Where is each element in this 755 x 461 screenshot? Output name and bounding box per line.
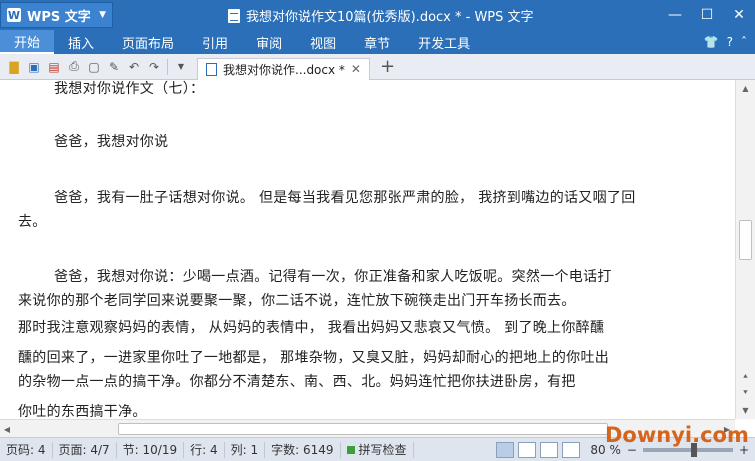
reading-view-button[interactable] bbox=[518, 441, 537, 458]
undo-icon[interactable]: ↶ bbox=[126, 59, 142, 75]
page-up-icon[interactable]: ⯅ bbox=[736, 369, 755, 385]
save-icon[interactable]: ▣ bbox=[26, 59, 42, 75]
window-title: 我想对你说作文10篇(优秀版).docx * - WPS 文字 bbox=[228, 6, 534, 25]
title-bar: W WPS 文字 ▼ 我想对你说作文10篇(优秀版).docx * - WPS … bbox=[0, 0, 755, 30]
doc-line: 爸爸，我想对你说：少喝一点酒。记得有一次，你正准备和家人吃饭呢。突然一个电话打 bbox=[54, 269, 612, 285]
scroll-left-icon[interactable]: ◀ bbox=[0, 420, 14, 438]
tab-review[interactable]: 审阅 bbox=[242, 30, 296, 54]
horizontal-scroll-thumb[interactable] bbox=[118, 423, 608, 435]
quick-access-toolbar: ▇ ▣ ▤ ⎙ ▢ ✎ ↶ ↷ ▼ 我想对你说作...docx * ✕ + bbox=[0, 54, 755, 80]
toolbar-divider bbox=[167, 58, 168, 75]
document-tab-icon bbox=[206, 62, 217, 76]
vertical-scrollbar[interactable]: ▲ ⯅ ⯆ ▼ bbox=[735, 80, 755, 419]
window-title-text: 我想对你说作文10篇(优秀版).docx * - WPS 文字 bbox=[246, 10, 534, 25]
scroll-up-icon[interactable]: ▲ bbox=[736, 80, 755, 96]
help-icon[interactable]: ? bbox=[727, 35, 733, 49]
status-page: 页面: 4/7 bbox=[53, 441, 117, 458]
document-tab[interactable]: 我想对你说作...docx * ✕ bbox=[197, 57, 370, 80]
close-button[interactable]: ✕ bbox=[723, 0, 755, 30]
spell-check-button[interactable]: 拼写检查 bbox=[341, 441, 414, 458]
zoom-slider[interactable] bbox=[642, 442, 733, 457]
tab-page-layout[interactable]: 页面布局 bbox=[108, 30, 188, 54]
add-tab-button[interactable]: + bbox=[380, 56, 395, 77]
doc-line: 爸爸，我想对你说 bbox=[54, 134, 169, 150]
status-col: 列: 1 bbox=[225, 441, 266, 458]
redo-icon[interactable]: ↷ bbox=[146, 59, 162, 75]
tab-developer[interactable]: 开发工具 bbox=[404, 30, 484, 54]
tab-insert[interactable]: 插入 bbox=[54, 30, 108, 54]
doc-line: 去。 bbox=[18, 214, 47, 230]
tab-view[interactable]: 视图 bbox=[296, 30, 350, 54]
doc-line: 来说你的那个老同学回来说要聚一聚，你二话不说，连忙放下碗筷走出门开车扬长而去。 bbox=[18, 293, 576, 309]
skin-icon[interactable]: 👕 bbox=[704, 35, 719, 49]
page-view-button[interactable] bbox=[496, 441, 515, 458]
format-painter-icon[interactable]: ✎ bbox=[106, 59, 122, 75]
open-folder-icon[interactable]: ▇ bbox=[6, 59, 22, 75]
spell-check-label: 拼写检查 bbox=[358, 443, 407, 457]
status-row: 行: 4 bbox=[184, 441, 225, 458]
print-preview-icon[interactable]: ▢ bbox=[86, 59, 102, 75]
vertical-scroll-thumb[interactable] bbox=[739, 220, 752, 260]
doc-line: 的杂物一点一点的搞干净。你都分不清楚东、南、西、北。妈妈连忙把你扶进卧房，有把 bbox=[18, 374, 576, 390]
chevron-down-icon: ▼ bbox=[99, 10, 106, 20]
tab-home[interactable]: 开始 bbox=[0, 30, 55, 54]
document-page[interactable]: 我想对你说作文（七）： 爸爸，我想对你说 爸爸，我有一肚子话想对你说。 但是每当… bbox=[0, 80, 735, 419]
maximize-button[interactable]: ☐ bbox=[691, 0, 723, 30]
app-menu-label: WPS 文字 bbox=[27, 9, 91, 25]
status-page-num: 页码: 4 bbox=[0, 441, 53, 458]
app-menu-button[interactable]: W WPS 文字 ▼ bbox=[0, 2, 113, 28]
doc-line: 爸爸，我有一肚子话想对你说。 但是每当我看见您那张严肃的脸， 我挤到嘴边的话又咽… bbox=[54, 190, 636, 206]
doc-line: 你吐的东西搞干净。 bbox=[18, 404, 147, 419]
spell-check-icon bbox=[346, 445, 355, 454]
window-controls: — ☐ ✕ bbox=[659, 0, 755, 30]
chevron-up-icon[interactable]: ˆ bbox=[741, 35, 747, 49]
status-word-count[interactable]: 字数: 6149 bbox=[265, 441, 341, 458]
tab-section[interactable]: 章节 bbox=[350, 30, 404, 54]
print-icon[interactable]: ⎙ bbox=[66, 59, 82, 75]
close-tab-icon[interactable]: ✕ bbox=[351, 62, 361, 76]
scroll-down-icon[interactable]: ▼ bbox=[736, 402, 755, 418]
menu-right-icons: 👕 ? ˆ bbox=[704, 35, 755, 49]
status-section: 节: 10/19 bbox=[117, 441, 185, 458]
web-view-button[interactable] bbox=[540, 441, 559, 458]
customize-dropdown-icon[interactable]: ▼ bbox=[173, 59, 189, 75]
doc-line: 醺的回来了，一进家里你吐了一地都是， 那堆杂物，又臭又脏，妈妈却耐心的把地上的你… bbox=[18, 350, 610, 366]
document-icon bbox=[228, 8, 240, 23]
doc-line: 那时我注意观察妈妈的表情， 从妈妈的表情中， 我看出妈妈又悲哀又气愤。 到了晚上… bbox=[18, 320, 605, 336]
menu-bar: 开始 插入 页面布局 引用 审阅 视图 章节 开发工具 👕 ? ˆ bbox=[0, 30, 755, 54]
doc-line: 我想对你说作文（七）： bbox=[54, 81, 205, 97]
pdf-export-icon[interactable]: ▤ bbox=[46, 59, 62, 75]
watermark-logo: Downyi.com bbox=[605, 423, 749, 447]
wps-logo-icon: W bbox=[7, 8, 21, 22]
document-tab-label: 我想对你说作...docx * bbox=[223, 62, 345, 77]
outline-view-button[interactable] bbox=[562, 441, 581, 458]
page-down-icon[interactable]: ⯆ bbox=[736, 385, 755, 401]
tab-references[interactable]: 引用 bbox=[188, 30, 242, 54]
minimize-button[interactable]: — bbox=[659, 0, 691, 30]
